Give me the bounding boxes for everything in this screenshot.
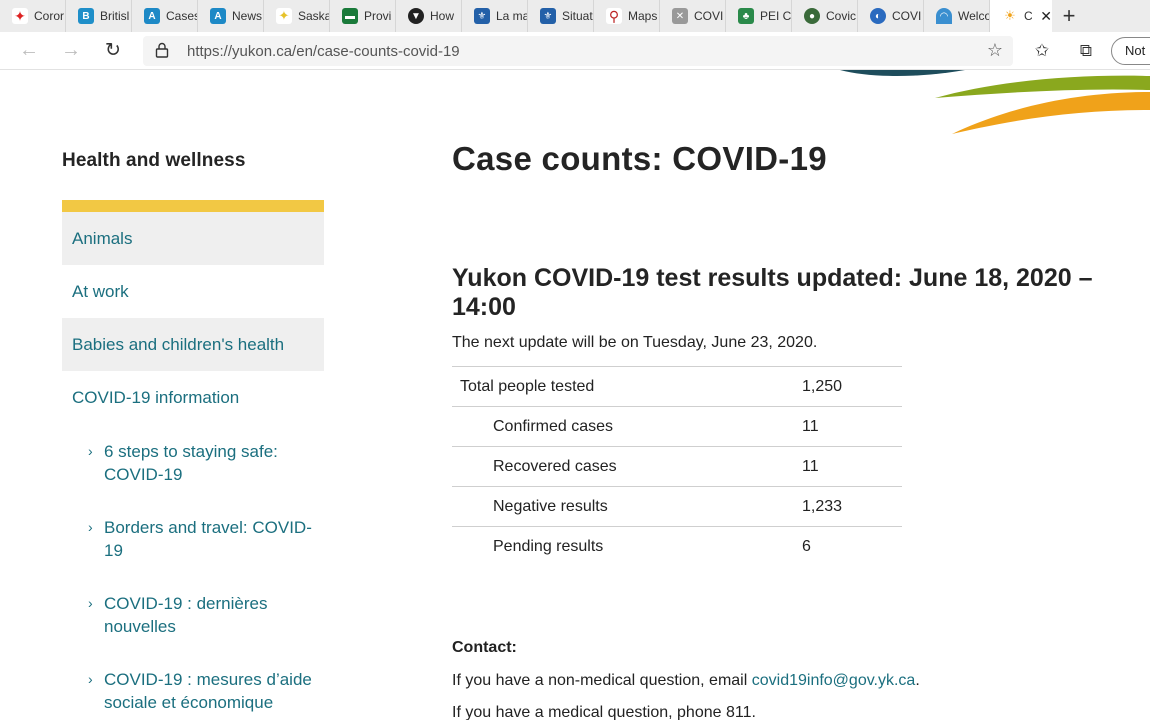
map-pin-icon: ⚲ <box>606 8 622 24</box>
browser-tab[interactable]: ▬ Provi <box>330 0 396 32</box>
browser-tab[interactable]: ◐ COVI <box>858 0 924 32</box>
browser-tab[interactable]: ● Covic <box>792 0 858 32</box>
browser-tab-active[interactable]: ☀ C ✕ <box>990 0 1052 32</box>
chevron-right-icon: › <box>88 595 93 611</box>
url-text[interactable]: https://yukon.ca/en/case-counts-covid-19 <box>187 43 460 60</box>
bc-logo-icon: B <box>78 8 94 24</box>
sidebar-item-animals[interactable]: Animals <box>62 212 324 265</box>
table-cell-value: 1,250 <box>802 366 902 407</box>
table-cell-value: 6 <box>802 526 902 567</box>
yukon-logo-icon: ☀ <box>1002 8 1018 24</box>
browser-tab[interactable]: ♣ PEI C <box>726 0 792 32</box>
table-cell-label: Pending results <box>452 526 802 567</box>
yukon-brand-swoosh <box>840 70 1150 134</box>
table-row: Negative results 1,233 <box>452 486 902 527</box>
maple-leaf-icon: ✦ <box>12 8 28 24</box>
table-row: Total people tested 1,250 <box>452 366 902 407</box>
browser-tab[interactable]: ✦ Saska <box>264 0 330 32</box>
table-row: Recovered cases 11 <box>452 446 902 487</box>
wheat-icon: ✦ <box>276 8 292 24</box>
quebec-fleur-icon: ⚜ <box>540 8 556 24</box>
email-link[interactable]: covid19info@gov.yk.ca <box>752 672 916 689</box>
collections-icon[interactable]: ⧉ <box>1066 32 1106 70</box>
tab-strip: ✦ Coror B Britisl A Cases A News ✦ Saska ▬ Pro… <box>0 0 1150 32</box>
next-update-text: The next update will be on Tuesday, June… <box>452 334 818 351</box>
nunavut-logo-icon: ◠ <box>936 8 952 24</box>
table-cell-label: Total people tested <box>452 366 802 407</box>
browser-tab[interactable]: ✦ Coror <box>0 0 66 32</box>
browser-toolbar: ← → ↻ https://yukon.ca/en/case-counts-co… <box>0 32 1150 70</box>
browser-tab[interactable]: A Cases <box>132 0 198 32</box>
favorites-list-icon[interactable]: ✩ <box>1022 32 1062 70</box>
newfoundland-logo-icon: ● <box>804 8 820 24</box>
table-row: Pending results 6 <box>452 526 902 567</box>
back-arrow-icon[interactable]: ← <box>8 32 50 70</box>
browser-tab[interactable]: ⚲ Maps <box>594 0 660 32</box>
browser-tab[interactable]: ✕ COVI <box>660 0 726 32</box>
sidebar-subitem-dernieres-nouvelles[interactable]: › COVID-19 : dernières nouvelles <box>62 592 324 650</box>
close-icon[interactable]: ✕ <box>1040 8 1052 25</box>
sidebar-subitem-mesures-aide[interactable]: › COVID-19 : mesures d’aide sociale et é… <box>62 668 324 720</box>
sidebar-item-babies-children[interactable]: Babies and children's health <box>62 318 324 371</box>
alberta-logo-icon: A <box>210 8 226 24</box>
alberta-logo-icon: A <box>144 8 160 24</box>
browser-tab[interactable]: ⚜ La ma <box>462 0 528 32</box>
browser-tab[interactable]: A News <box>198 0 264 32</box>
sidebar-item-covid-info[interactable]: COVID-19 information <box>62 371 324 424</box>
sidebar-subitem-6-steps[interactable]: › 6 steps to staying safe: COVID-19 <box>62 440 324 498</box>
ontario-trillium-icon: ▼ <box>408 8 424 24</box>
contact-phone-line: If you have a medical question, phone 81… <box>452 703 756 720</box>
chevron-right-icon: › <box>88 671 93 687</box>
main-content: Case counts: COVID-19 Yukon COVID-19 tes… <box>452 140 1150 720</box>
nwt-logo-icon: ◐ <box>870 8 886 24</box>
star-icon[interactable]: ☆ <box>987 40 1003 61</box>
browser-tab[interactable]: ◠ Welco <box>924 0 990 32</box>
manitoba-flag-icon: ▬ <box>342 8 358 24</box>
table-row: Confirmed cases 11 <box>452 406 902 447</box>
table-cell-label: Confirmed cases <box>452 406 802 447</box>
table-cell-value: 11 <box>802 406 902 447</box>
reload-icon[interactable]: ↻ <box>92 32 134 70</box>
new-tab-button[interactable]: + <box>1052 0 1086 32</box>
contact-email-line: If you have a non-medical question, emai… <box>452 671 920 689</box>
results-heading: Yukon COVID-19 test results updated: Jun… <box>452 264 1093 321</box>
pei-logo-icon: ♣ <box>738 8 754 24</box>
sidebar-nav: Health and wellness Animals At work Babi… <box>62 150 324 720</box>
chevron-right-icon: › <box>88 443 93 459</box>
browser-tab[interactable]: ▼ How <box>396 0 462 32</box>
table-cell-value: 11 <box>802 446 902 487</box>
table-cell-value: 1,233 <box>802 486 902 527</box>
contact-heading: Contact: <box>452 638 517 656</box>
quebec-fleur-icon: ⚜ <box>474 8 490 24</box>
address-bar[interactable]: https://yukon.ca/en/case-counts-covid-19… <box>143 36 1013 66</box>
page-title: Case counts: COVID-19 <box>452 140 827 177</box>
chevron-right-icon: › <box>88 519 93 535</box>
table-cell-label: Recovered cases <box>452 446 802 487</box>
sidebar-item-at-work[interactable]: At work <box>62 265 324 318</box>
lock-icon[interactable] <box>155 42 173 61</box>
sidebar-subitem-borders-travel[interactable]: › Borders and travel: COVID-19 <box>62 516 324 574</box>
table-cell-label: Negative results <box>452 486 802 527</box>
sidebar-accent-bar <box>62 200 324 212</box>
nova-scotia-icon: ✕ <box>672 8 688 24</box>
forward-arrow-icon[interactable]: → <box>50 32 92 70</box>
sidebar-heading: Health and wellness <box>62 150 246 171</box>
not-syncing-button[interactable]: Not <box>1111 37 1150 65</box>
case-counts-table: Total people tested 1,250 Confirmed case… <box>452 366 902 567</box>
browser-tab[interactable]: B Britisl <box>66 0 132 32</box>
browser-tab[interactable]: ⚜ Situat <box>528 0 594 32</box>
